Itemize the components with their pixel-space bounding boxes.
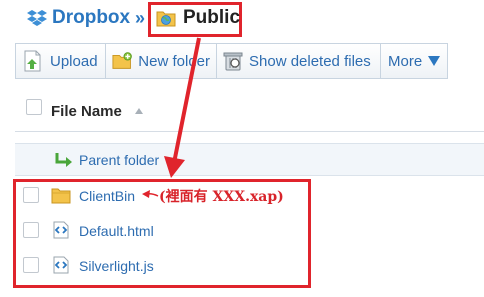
- breadcrumb-root-link[interactable]: Dropbox: [52, 7, 130, 29]
- show-deleted-files-label: Show deleted files: [249, 52, 371, 70]
- new-folder-icon: [112, 52, 132, 69]
- upload-icon: [24, 50, 41, 72]
- breadcrumb-current-folder: Public: [183, 7, 241, 28]
- upload-button[interactable]: Upload: [15, 43, 106, 79]
- more-menu-button[interactable]: More: [380, 43, 448, 79]
- annotation-text: (裡面有 XXX.xap): [159, 189, 284, 205]
- select-all-checkbox[interactable]: [26, 99, 42, 115]
- show-deleted-files-button[interactable]: Show deleted files: [216, 43, 381, 79]
- chevron-down-icon: [428, 56, 441, 66]
- upload-label: Upload: [50, 52, 98, 70]
- parent-folder-link[interactable]: Parent folder: [79, 152, 159, 168]
- new-folder-button[interactable]: New folder: [105, 43, 217, 79]
- sort-ascending-icon[interactable]: [135, 108, 143, 114]
- dropbox-icon: [27, 10, 47, 26]
- more-label: More: [388, 52, 423, 70]
- breadcrumb: Dropbox » Public: [0, 0, 484, 40]
- toolbar: Upload New folder Show deleted files Mor…: [15, 43, 448, 79]
- parent-folder-arrow-icon: [55, 153, 72, 167]
- trash-icon: [223, 52, 243, 71]
- file-name-column-header[interactable]: File Name: [51, 103, 122, 120]
- header-divider: [15, 131, 484, 132]
- public-folder-icon: [156, 11, 176, 27]
- breadcrumb-separator: »: [135, 8, 146, 28]
- new-folder-label: New folder: [138, 52, 210, 70]
